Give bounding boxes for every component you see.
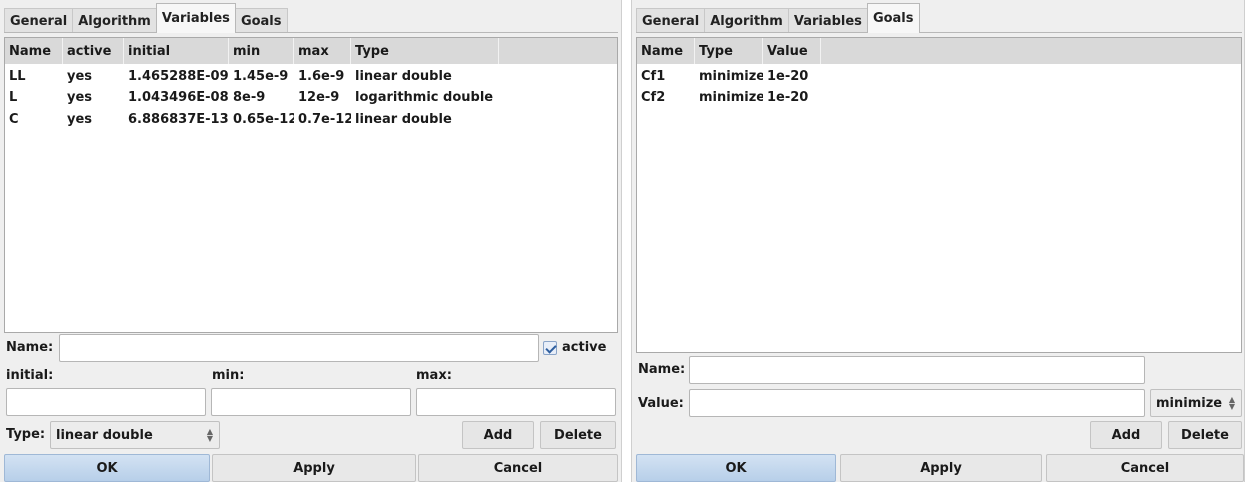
column-header-name[interactable]: Name (637, 38, 695, 64)
cell-max: 0.7e-12 (298, 111, 351, 127)
goal-name-label: Name: (638, 362, 686, 377)
goals-dialog: General Algorithm Variables Goals Name T… (631, 0, 1245, 482)
goal-type-select-value: minimize (1156, 395, 1223, 411)
column-header-type[interactable]: Type (695, 38, 763, 64)
cell-min: 0.65e-12 (233, 111, 294, 127)
tab-bar: General Algorithm Variables Goals (4, 3, 288, 33)
table-row[interactable]: L yes 1.043496E-08 8e-9 12e-9 logarithmi… (5, 86, 617, 108)
column-header-max[interactable]: max (294, 38, 351, 64)
delete-button[interactable]: Delete (1168, 421, 1242, 449)
table-header: Name active initial min max Type (5, 38, 617, 64)
spin-arrows-icon: ▲ ▼ (206, 427, 213, 443)
column-header-filler (499, 38, 617, 64)
tab-bar: General Algorithm Variables Goals (636, 3, 920, 33)
active-label: active (562, 340, 607, 355)
cell-name: L (9, 89, 18, 105)
cell-active: yes (67, 111, 93, 127)
goal-name-input[interactable] (689, 356, 1145, 384)
add-button[interactable]: Add (1090, 421, 1162, 449)
cell-type: linear double (355, 111, 452, 127)
table-row[interactable]: C yes 6.886837E-13 0.65e-12 0.7e-12 line… (5, 108, 617, 130)
goal-type-select[interactable]: minimize ▲ ▼ (1150, 389, 1242, 417)
type-select-value: linear double (56, 427, 153, 443)
cell-type: minimize (699, 89, 763, 105)
apply-button[interactable]: Apply (840, 454, 1042, 482)
cell-initial: 1.465288E-09 (128, 68, 229, 84)
cell-type: logarithmic double (355, 89, 494, 105)
tab-variables[interactable]: Variables (787, 8, 868, 33)
column-header-initial[interactable]: initial (124, 38, 229, 64)
ok-button[interactable]: OK (4, 454, 210, 482)
cell-active: yes (67, 89, 93, 105)
panel-separator (622, 0, 631, 482)
dialog-buttons: OK Apply Cancel (632, 454, 1244, 482)
table-body: Cf1 minimize 1e-20 Cf2 minimize 1e-20 (637, 64, 1241, 108)
variable-name-input[interactable] (59, 334, 539, 362)
column-header-active[interactable]: active (63, 38, 124, 64)
variables-table[interactable]: Name active initial min max Type LL yes … (4, 37, 618, 333)
type-label: Type: (6, 427, 46, 442)
cell-max: 1.6e-9 (298, 68, 345, 84)
dialog-buttons: OK Apply Cancel (0, 454, 621, 482)
tab-goals[interactable]: Goals (234, 8, 288, 33)
tab-algorithm[interactable]: Algorithm (72, 8, 157, 33)
tab-variables[interactable]: Variables (155, 3, 236, 33)
cell-max: 12e-9 (298, 89, 340, 105)
tab-divider (636, 32, 1242, 33)
tab-divider (4, 32, 618, 33)
initial-label: initial: (6, 368, 54, 383)
spin-arrows-icon: ▲ ▼ (1228, 395, 1235, 411)
table-body: LL yes 1.465288E-09 1.45e-9 1.6e-9 linea… (5, 64, 617, 130)
cancel-button[interactable]: Cancel (418, 454, 618, 482)
type-select[interactable]: linear double ▲ ▼ (50, 421, 220, 449)
active-checkbox[interactable] (543, 341, 557, 355)
tab-algorithm[interactable]: Algorithm (704, 8, 789, 33)
cell-active: yes (67, 68, 93, 84)
column-header-type[interactable]: Type (351, 38, 499, 64)
tab-general[interactable]: General (636, 8, 706, 33)
cell-type: minimize (699, 68, 763, 84)
cell-value: 1e-20 (767, 68, 809, 84)
initial-input[interactable] (6, 388, 206, 416)
cell-name: LL (9, 68, 26, 84)
tab-general[interactable]: General (4, 8, 74, 33)
goal-value-input[interactable] (689, 389, 1145, 417)
table-row[interactable]: Cf1 minimize 1e-20 (637, 64, 1241, 86)
apply-button[interactable]: Apply (212, 454, 416, 482)
add-button[interactable]: Add (462, 421, 534, 449)
cell-initial: 1.043496E-08 (128, 89, 229, 105)
cell-type: linear double (355, 68, 452, 84)
name-label: Name: (6, 340, 54, 355)
goals-table[interactable]: Name Type Value Cf1 minimize 1e-20 Cf2 m… (636, 37, 1242, 353)
delete-button[interactable]: Delete (540, 421, 616, 449)
column-header-name[interactable]: Name (5, 38, 63, 64)
cell-name: Cf2 (641, 89, 666, 105)
cell-name: C (9, 111, 19, 127)
table-row[interactable]: Cf2 minimize 1e-20 (637, 86, 1241, 108)
cell-min: 8e-9 (233, 89, 266, 105)
cell-value: 1e-20 (767, 89, 809, 105)
min-input[interactable] (211, 388, 411, 416)
cell-min: 1.45e-9 (233, 68, 289, 84)
cell-name: Cf1 (641, 68, 666, 84)
variables-dialog: General Algorithm Variables Goals Name a… (0, 0, 622, 482)
max-input[interactable] (416, 388, 616, 416)
max-label: max: (416, 368, 452, 383)
cancel-button[interactable]: Cancel (1046, 454, 1244, 482)
cell-initial: 6.886837E-13 (128, 111, 229, 127)
column-header-filler (821, 38, 1241, 64)
column-header-value[interactable]: Value (763, 38, 821, 64)
ok-button[interactable]: OK (636, 454, 836, 482)
min-label: min: (212, 368, 245, 383)
tab-goals[interactable]: Goals (866, 3, 920, 33)
table-header: Name Type Value (637, 38, 1241, 64)
table-row[interactable]: LL yes 1.465288E-09 1.45e-9 1.6e-9 linea… (5, 64, 617, 86)
goal-value-label: Value: (638, 396, 684, 411)
column-header-min[interactable]: min (229, 38, 294, 64)
